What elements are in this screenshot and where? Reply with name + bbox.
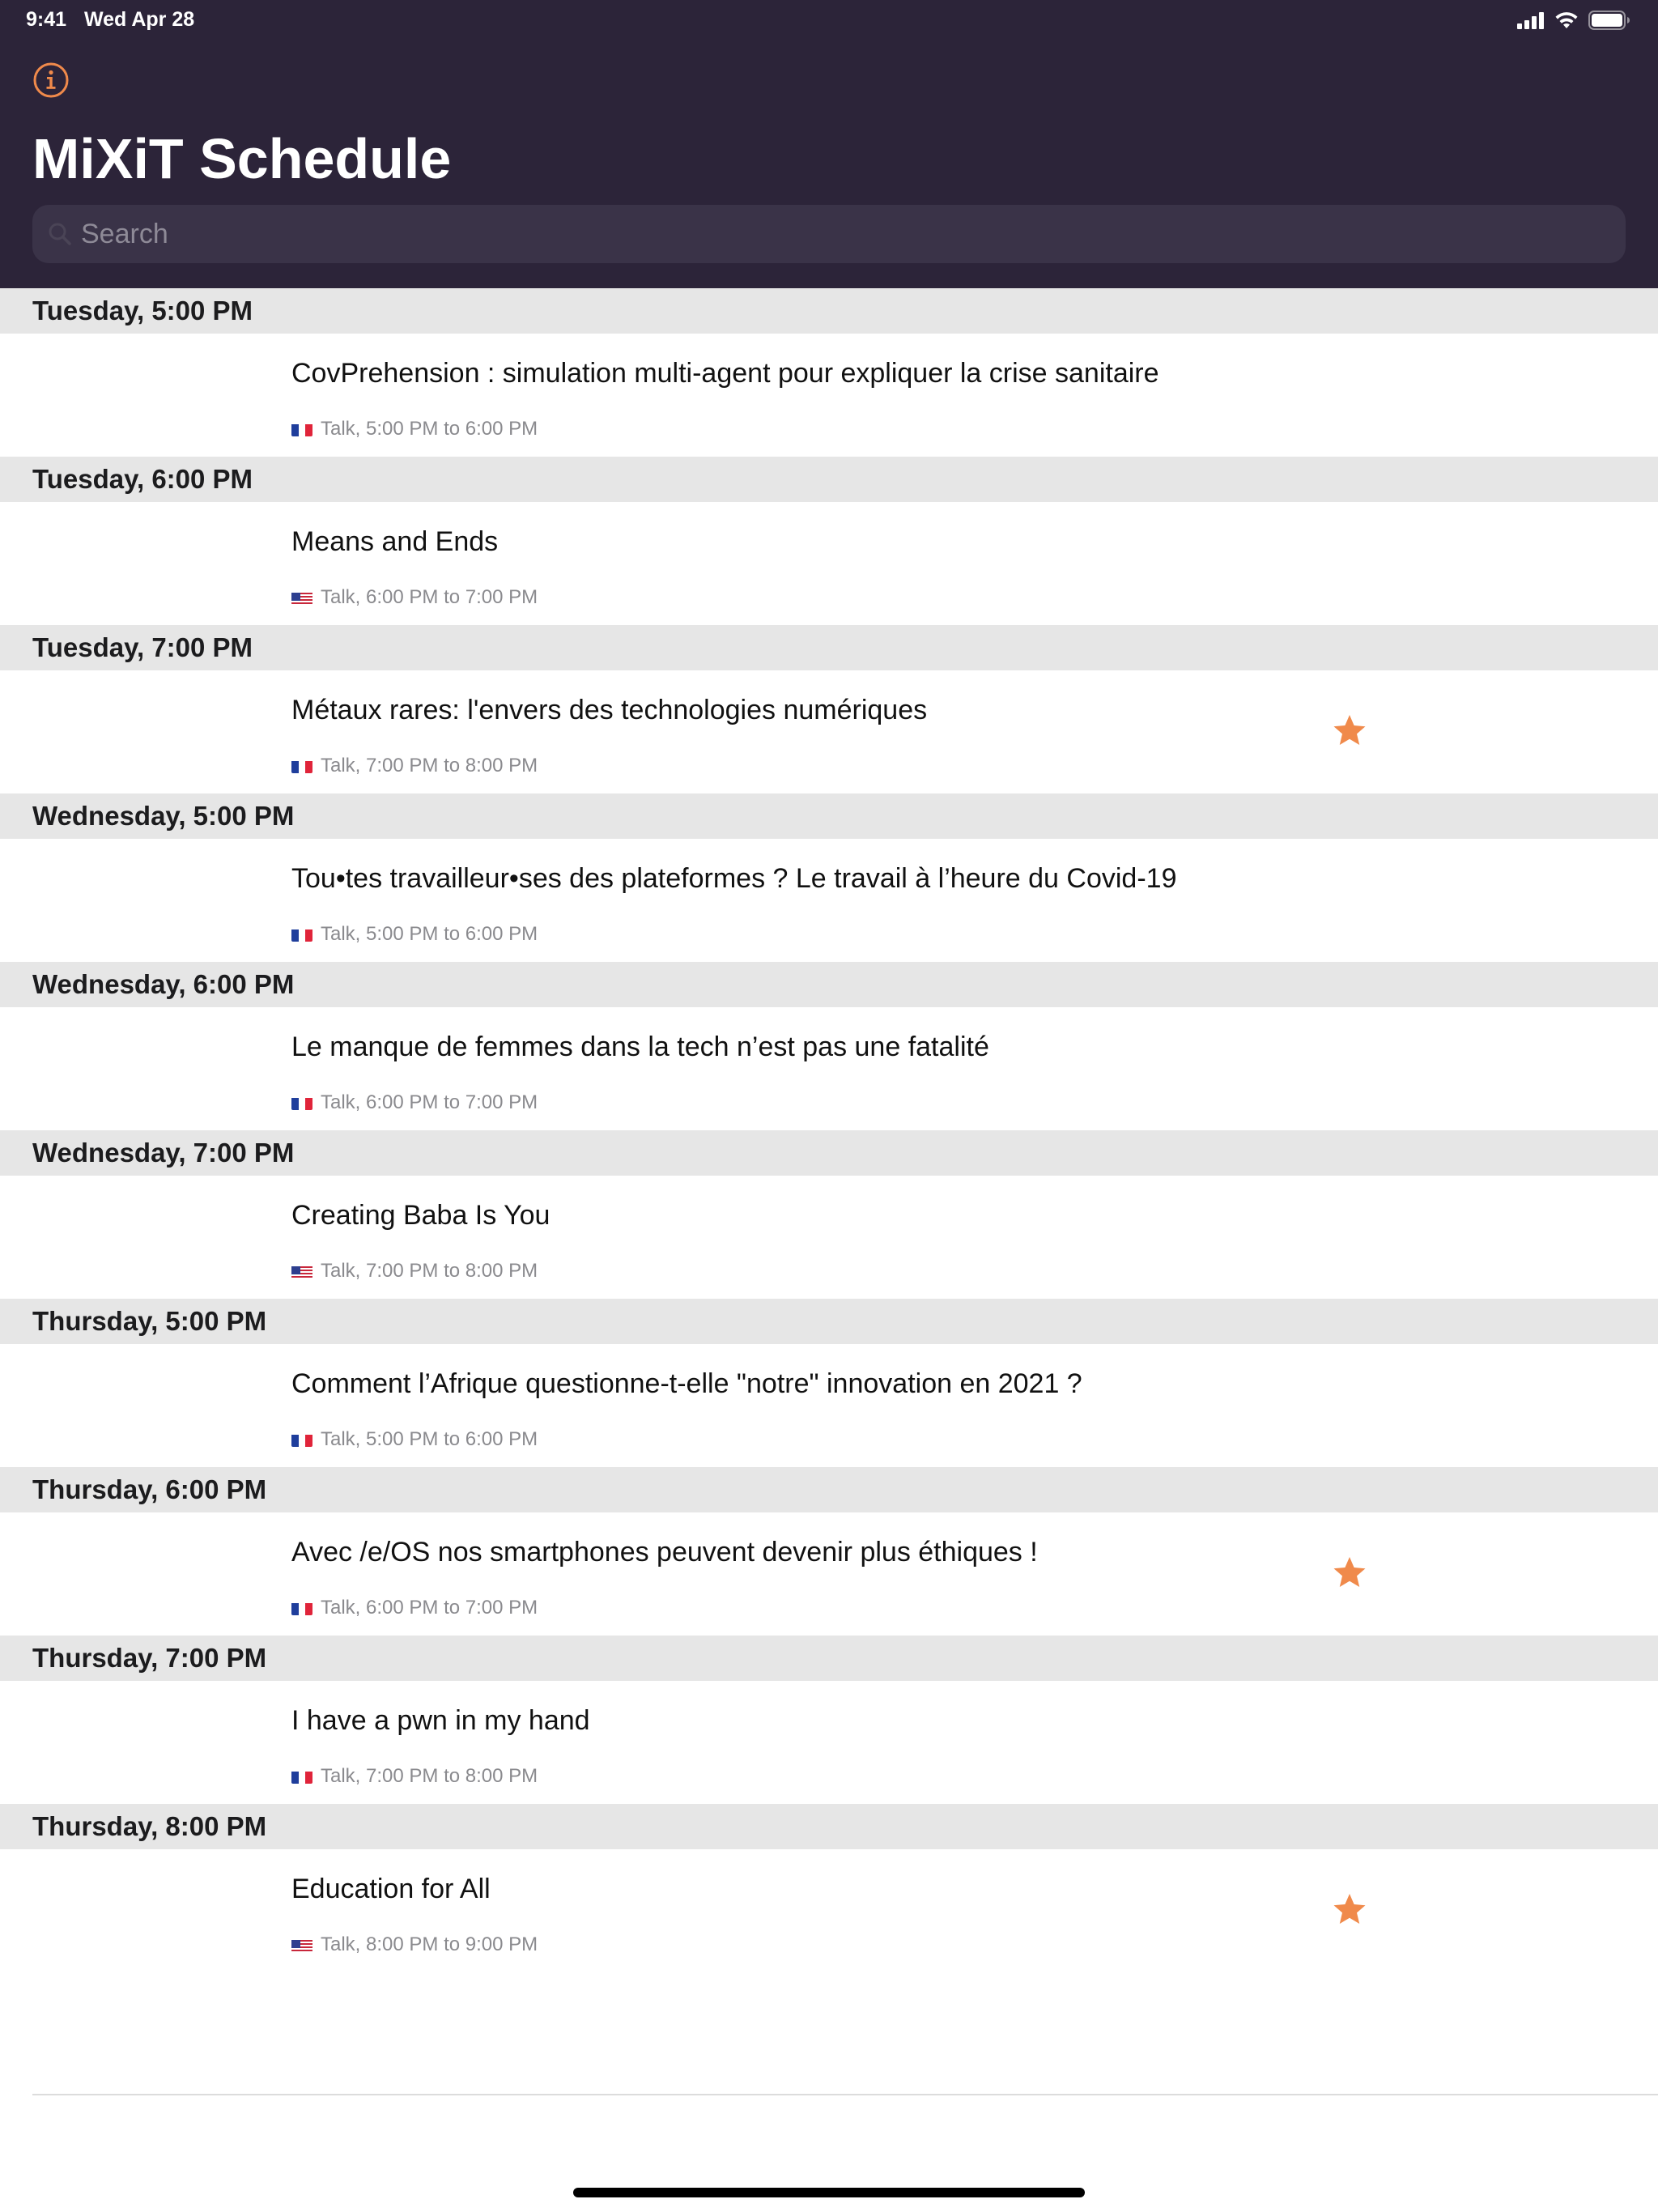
section-header: Thursday, 8:00 PM xyxy=(0,1804,1658,1849)
section-header: Thursday, 5:00 PM xyxy=(0,1299,1658,1344)
session-time: Talk, 6:00 PM to 7:00 PM xyxy=(321,1091,538,1113)
section-header: Tuesday, 7:00 PM xyxy=(0,625,1658,670)
session-title: Means and Ends xyxy=(291,526,499,557)
fr-flag-icon xyxy=(291,759,312,773)
favorite-star-icon[interactable] xyxy=(1332,1555,1367,1590)
fr-flag-icon xyxy=(291,1601,312,1615)
session-meta: Talk, 6:00 PM to 7:00 PM xyxy=(291,586,538,609)
session-meta: Talk, 6:00 PM to 7:00 PM xyxy=(291,1091,538,1114)
session-time: Talk, 5:00 PM to 6:00 PM xyxy=(321,923,538,945)
us-flag-icon xyxy=(291,590,312,605)
battery-icon xyxy=(1588,11,1630,30)
status-date: Wed Apr 28 xyxy=(84,8,195,31)
session-meta: Talk, 8:00 PM to 9:00 PM xyxy=(291,1933,538,1956)
session-meta: Talk, 7:00 PM to 8:00 PM xyxy=(291,1765,538,1788)
session-row[interactable]: Le manque de femmes dans la tech n’est p… xyxy=(0,1007,1658,1130)
section-header: Tuesday, 5:00 PM xyxy=(0,288,1658,334)
session-row[interactable]: CovPrehension : simulation multi-agent p… xyxy=(0,334,1658,457)
session-row[interactable]: Comment l’Afrique questionne-t-elle "not… xyxy=(0,1344,1658,1467)
page-title: MiXiT Schedule xyxy=(32,127,452,190)
info-icon[interactable] xyxy=(32,62,70,99)
search-icon xyxy=(49,223,71,245)
session-meta: Talk, 7:00 PM to 8:00 PM xyxy=(291,1260,538,1283)
session-title: Métaux rares: l'envers des technologies … xyxy=(291,695,928,725)
home-indicator xyxy=(573,2188,1085,2197)
cellular-signal-icon xyxy=(1517,12,1544,29)
session-meta: Talk, 5:00 PM to 6:00 PM xyxy=(291,923,538,946)
session-time: Talk, 5:00 PM to 6:00 PM xyxy=(321,1428,538,1450)
fr-flag-icon xyxy=(291,1432,312,1447)
section-header: Wednesday, 6:00 PM xyxy=(0,962,1658,1007)
favorite-star-icon[interactable] xyxy=(1332,713,1367,748)
fr-flag-icon xyxy=(291,927,312,942)
session-meta: Talk, 5:00 PM to 6:00 PM xyxy=(291,1428,538,1451)
section-header: Tuesday, 6:00 PM xyxy=(0,457,1658,502)
separator xyxy=(32,2094,1658,2095)
session-title: Education for All xyxy=(291,1874,491,1904)
wifi-icon xyxy=(1555,12,1578,28)
session-time: Talk, 8:00 PM to 9:00 PM xyxy=(321,1933,538,1955)
session-row[interactable]: Avec /e/OS nos smartphones peuvent deven… xyxy=(0,1512,1658,1636)
session-title: Creating Baba Is You xyxy=(291,1200,551,1231)
session-time: Talk, 7:00 PM to 8:00 PM xyxy=(321,755,538,776)
session-title: Le manque de femmes dans la tech n’est p… xyxy=(291,1032,989,1062)
session-time: Talk, 7:00 PM to 8:00 PM xyxy=(321,1260,538,1282)
section-header: Thursday, 7:00 PM xyxy=(0,1636,1658,1681)
status-time: 9:41 xyxy=(26,8,67,31)
fr-flag-icon xyxy=(291,1095,312,1110)
session-meta: Talk, 5:00 PM to 6:00 PM xyxy=(291,418,538,440)
section-header: Thursday, 6:00 PM xyxy=(0,1467,1658,1512)
session-title: I have a pwn in my hand xyxy=(291,1705,590,1736)
session-meta: Talk, 7:00 PM to 8:00 PM xyxy=(291,755,538,777)
session-time: Talk, 6:00 PM to 7:00 PM xyxy=(321,586,538,608)
section-header: Wednesday, 7:00 PM xyxy=(0,1130,1658,1176)
session-title: CovPrehension : simulation multi-agent p… xyxy=(291,358,1159,389)
session-row[interactable]: I have a pwn in my hand Talk, 7:00 PM to … xyxy=(0,1681,1658,1804)
session-title: Comment l’Afrique questionne-t-elle "not… xyxy=(291,1368,1082,1399)
session-row[interactable]: Métaux rares: l'envers des technologies … xyxy=(0,670,1658,793)
session-time: Talk, 5:00 PM to 6:00 PM xyxy=(321,418,538,440)
session-row[interactable]: Creating Baba Is You Talk, 7:00 PM to 8:0… xyxy=(0,1176,1658,1299)
section-header: Wednesday, 5:00 PM xyxy=(0,793,1658,839)
session-time: Talk, 6:00 PM to 7:00 PM xyxy=(321,1597,538,1619)
navigation-header: 9:41 Wed Apr 28 MiXiT Schedule xyxy=(0,0,1658,288)
favorite-star-icon[interactable] xyxy=(1332,1891,1367,1927)
session-meta: Talk, 6:00 PM to 7:00 PM xyxy=(291,1597,538,1619)
session-title: Avec /e/OS nos smartphones peuvent deven… xyxy=(291,1537,1038,1568)
us-flag-icon xyxy=(291,1264,312,1278)
status-indicators xyxy=(1517,8,1630,32)
us-flag-icon xyxy=(291,1938,312,1952)
fr-flag-icon xyxy=(291,422,312,436)
session-title: Tou•tes travailleur•ses des plateformes … xyxy=(291,863,1177,894)
search-input[interactable] xyxy=(81,205,1603,263)
session-list: Tuesday, 5:00 PM CovPrehension : simulati… xyxy=(0,288,1658,1972)
session-row[interactable]: Education for All Talk, 8:00 PM to 9:00 P… xyxy=(0,1849,1658,1972)
search-bar[interactable] xyxy=(32,205,1626,263)
session-time: Talk, 7:00 PM to 8:00 PM xyxy=(321,1765,538,1787)
fr-flag-icon xyxy=(291,1769,312,1784)
session-row[interactable]: Tou•tes travailleur•ses des plateformes … xyxy=(0,839,1658,962)
session-row[interactable]: Means and Ends Talk, 6:00 PM to 7:00 PM xyxy=(0,502,1658,625)
